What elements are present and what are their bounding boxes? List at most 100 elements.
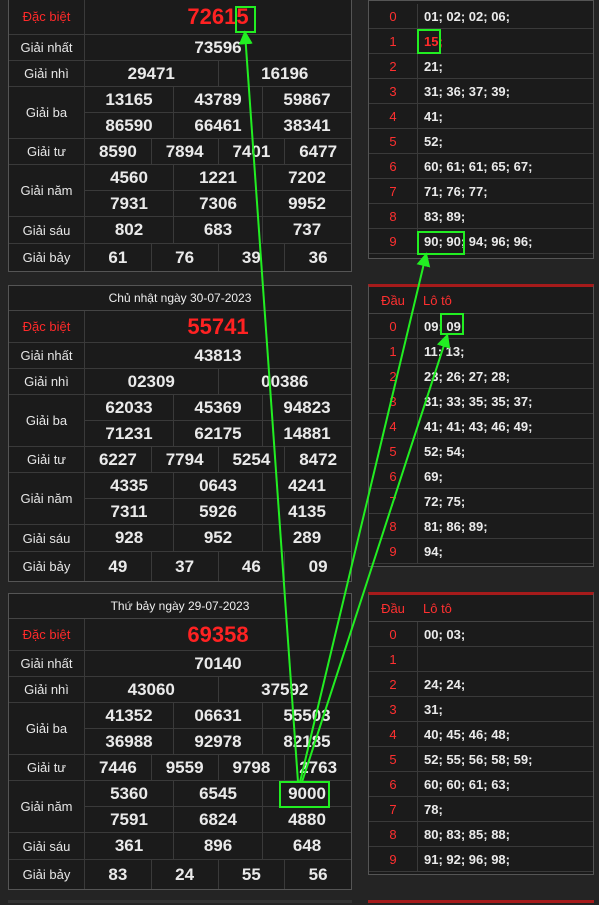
row-label: Giải nhì	[9, 61, 85, 86]
loto-row: 2 24; 24;	[369, 672, 593, 697]
loto-numbers: 41; 41; 43; 46; 49;	[424, 418, 533, 434]
prize-number: 16196	[217, 61, 352, 86]
loto-numbers: 78;	[424, 801, 443, 817]
row-label: Giải năm	[9, 165, 85, 216]
loto-row: 8 80; 83; 85; 88;	[369, 822, 593, 847]
prize-number: 43813	[194, 345, 242, 365]
prize-number: 24	[150, 860, 218, 889]
loto-row: 5 52; 55; 56; 58; 59;	[369, 747, 593, 772]
fourth-prize-row: Giải tư 7446 9559 9798 2763	[9, 755, 351, 781]
dau-digit: 0	[369, 4, 418, 28]
dau-digit: 1	[369, 647, 418, 671]
prize-number: 70140	[194, 653, 242, 673]
dau-digit: 9	[369, 847, 418, 871]
prize-number: 5254	[217, 447, 285, 472]
prize-number: 43060	[127, 679, 175, 699]
third-prize-row: Giải ba 41352 06631 55503 36988 92978 82…	[9, 703, 351, 755]
dau-digit: 3	[369, 389, 418, 413]
row-label: Giải nhất	[9, 35, 85, 60]
row-label: Giải bảy	[9, 860, 85, 889]
prize-number: 55503	[262, 703, 351, 728]
dau-digit: 7	[369, 179, 418, 203]
sixth-prize-row: Giải sáu 361 896 648	[9, 833, 351, 860]
dau-digit: 6	[369, 154, 418, 178]
row-label: Giải năm	[9, 473, 85, 524]
prize-number: 737	[262, 217, 351, 243]
loto-numbers: 90; 90; 94; 96; 96;	[424, 233, 533, 249]
dau-digit: 2	[369, 672, 418, 696]
dau-digit: 2	[369, 364, 418, 388]
dau-header: Đầu	[381, 292, 405, 308]
loto-numbers: 00; 03;	[424, 626, 466, 642]
result-table: Thứ bảy ngày 29-07-2023 Đặc biệt 69358 G…	[8, 593, 352, 890]
loto-numbers: 80; 83; 85; 88;	[424, 826, 510, 842]
prize-number: 14881	[262, 421, 351, 446]
sixth-prize-row: Giải sáu 928 952 289	[9, 525, 351, 552]
loto-numbers: 23; 26; 27; 28;	[424, 368, 510, 384]
dau-digit: 7	[369, 489, 418, 513]
prize-number: 648	[262, 833, 351, 859]
loto-numbers: 41;	[424, 108, 443, 124]
prize-number: 43789	[173, 87, 262, 112]
dau-digit: 3	[369, 79, 418, 103]
prize-number: 41352	[105, 705, 153, 725]
prize-number: 7202	[262, 165, 351, 190]
loto-numbers: 72; 75;	[424, 493, 466, 509]
prize-number: 73596	[194, 37, 242, 57]
row-label: Giải bảy	[9, 552, 85, 581]
dau-digit: 4	[369, 722, 418, 746]
prize-number: 49	[108, 556, 128, 576]
prize-number: 9798	[217, 755, 285, 780]
loto-row: 4 41;	[369, 104, 593, 129]
dau-digit: 0	[369, 314, 418, 338]
loto-numbers: 81; 86; 89;	[424, 518, 488, 534]
row-label: Giải tư	[9, 755, 85, 780]
special-prize-row: Đặc biệt 55741	[9, 311, 351, 343]
loto-row: 3 31; 33; 35; 35; 37;	[369, 389, 593, 414]
loto-row: 9 94;	[369, 539, 593, 564]
special-prize-row: Đặc biệt 69358	[9, 619, 351, 651]
row-label: Đặc biệt	[9, 311, 85, 342]
dau-digit: 8	[369, 204, 418, 228]
prize-number: 00386	[217, 369, 352, 394]
third-prize-row: Giải ba 13165 43789 59867 86590 66461 38…	[9, 87, 351, 139]
prize-number: 928	[114, 528, 144, 547]
next-table-edge	[8, 900, 352, 903]
dau-digit: 5	[369, 439, 418, 463]
row-label: Giải nhì	[9, 369, 85, 394]
loto-row: 6 69;	[369, 464, 593, 489]
prize-number: 4560	[110, 167, 148, 187]
prize-number: 6824	[173, 807, 262, 832]
loto-row: 8 83; 89;	[369, 204, 593, 229]
second-prize-row: Giải nhì 02309 00386	[9, 369, 351, 395]
prize-number: 7306	[173, 191, 262, 216]
loto-row: 1	[369, 647, 593, 672]
prize-number: 289	[262, 525, 351, 551]
prize-number: 4880	[262, 807, 351, 832]
prize-number: 4241	[262, 473, 351, 498]
row-label: Giải tư	[9, 139, 85, 164]
prize-number: 86590	[105, 115, 153, 135]
loto-header: Đầu Lô tô	[369, 287, 593, 314]
loto-numbers: 94;	[424, 543, 443, 559]
loto-numbers: 69;	[424, 468, 443, 484]
prize-number: 7401	[217, 139, 285, 164]
prize-number: 7446	[98, 757, 137, 777]
row-label: Giải sáu	[9, 525, 85, 551]
seventh-prize-row: Giải bảy 49 37 46 09	[9, 552, 351, 581]
prize-number: 7591	[110, 809, 148, 829]
prize-number: 66461	[173, 113, 262, 138]
prize-number: 683	[173, 217, 262, 243]
loto-numbers: 24; 24;	[424, 676, 466, 692]
loto-row: 3 31; 36; 37; 39;	[369, 79, 593, 104]
loto-table: 0 01; 02; 02; 06; 1 15; 2 21; 3 31; 36; 37; …	[368, 0, 594, 259]
row-label: Giải nhất	[9, 651, 85, 676]
prize-number: 38341	[262, 113, 351, 138]
prize-number: 37	[150, 552, 218, 581]
special-prize-value: 69358	[187, 621, 249, 647]
loto-header: Đầu Lô tô	[369, 595, 593, 622]
fourth-prize-row: Giải tư 8590 7894 7401 6477	[9, 139, 351, 165]
prize-number: 4135	[262, 499, 351, 524]
loto-row: 1 15;	[369, 29, 593, 54]
prize-number: 62175	[173, 421, 262, 446]
